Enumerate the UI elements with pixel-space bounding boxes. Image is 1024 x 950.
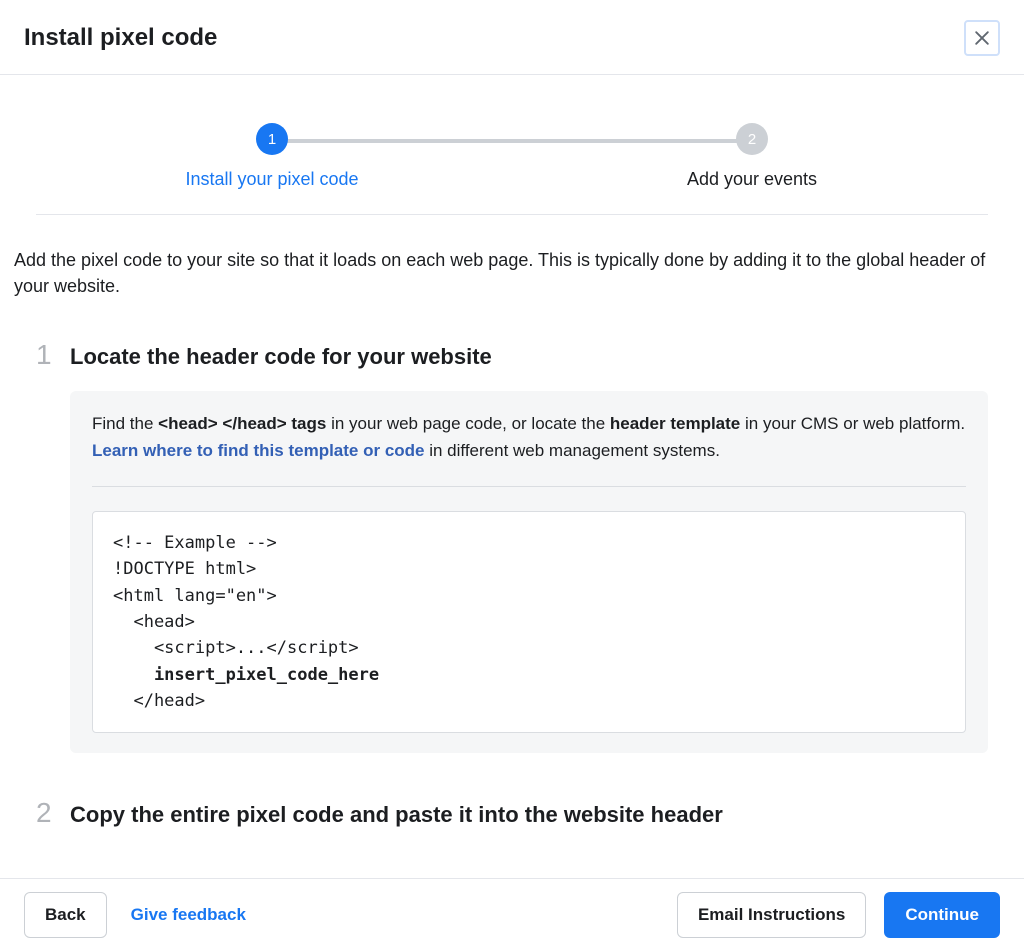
- step-1-label: Install your pixel code: [185, 169, 358, 190]
- close-button[interactable]: [964, 20, 1000, 56]
- header-template-bold: header template: [610, 414, 740, 433]
- step-1-circle: 1: [256, 123, 288, 155]
- step-2-circle: 2: [736, 123, 768, 155]
- learn-template-link[interactable]: Learn where to find this template or cod…: [92, 441, 425, 460]
- head-tags-bold: <head> </head> tags: [158, 414, 326, 433]
- section-1: 1 Locate the header code for your websit…: [36, 339, 988, 753]
- email-instructions-button[interactable]: Email Instructions: [677, 892, 866, 938]
- insert-pixel-placeholder: insert_pixel_code_here: [113, 665, 379, 685]
- continue-button[interactable]: Continue: [884, 892, 1000, 938]
- section-1-box: Find the <head> </head> tags in your web…: [70, 391, 988, 753]
- code-example: <!-- Example --> !DOCTYPE html> <html la…: [92, 511, 966, 733]
- modal-title: Install pixel code: [24, 24, 217, 52]
- intro-text: Add the pixel code to your site so that …: [12, 247, 1012, 299]
- step-2[interactable]: 2 Add your events: [632, 123, 872, 190]
- modal-footer: Back Give feedback Email Instructions Co…: [0, 878, 1024, 950]
- modal-content: 1 Install your pixel code 2 Add your eve…: [0, 75, 1024, 888]
- section-1-title: Locate the header code for your website: [70, 344, 492, 370]
- stepper: 1 Install your pixel code 2 Add your eve…: [36, 75, 988, 215]
- section-1-number: 1: [36, 339, 56, 371]
- section-2: 2 Copy the entire pixel code and paste i…: [36, 797, 988, 829]
- step-2-label: Add your events: [687, 169, 817, 190]
- modal-header: Install pixel code: [0, 0, 1024, 75]
- step-1[interactable]: 1 Install your pixel code: [152, 123, 392, 190]
- close-icon: [972, 28, 992, 48]
- back-button[interactable]: Back: [24, 892, 107, 938]
- section-2-number: 2: [36, 797, 56, 829]
- give-feedback-link[interactable]: Give feedback: [125, 893, 252, 937]
- divider: [92, 486, 966, 487]
- section-2-title: Copy the entire pixel code and paste it …: [70, 802, 723, 828]
- section-1-description: Find the <head> </head> tags in your web…: [92, 411, 966, 464]
